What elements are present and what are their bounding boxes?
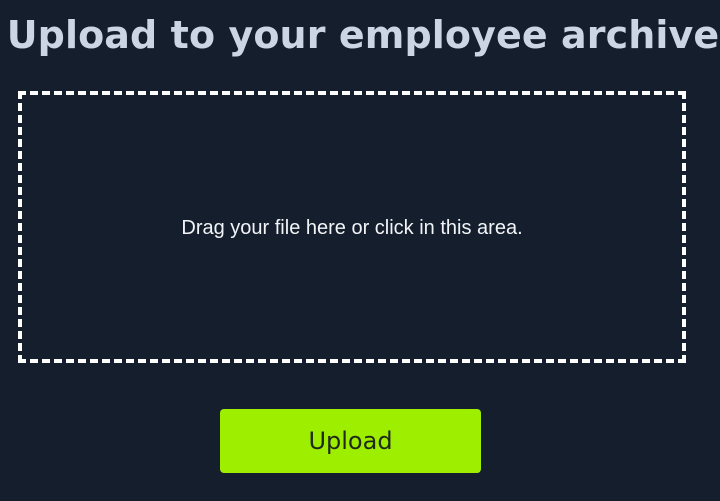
drop-zone-instructions: Drag your file here or click in this are… [181, 216, 523, 239]
upload-button[interactable]: Upload [220, 409, 481, 473]
page-title: Upload to your employee archive [6, 13, 720, 57]
file-drop-zone[interactable]: Drag your file here or click in this are… [18, 91, 686, 363]
